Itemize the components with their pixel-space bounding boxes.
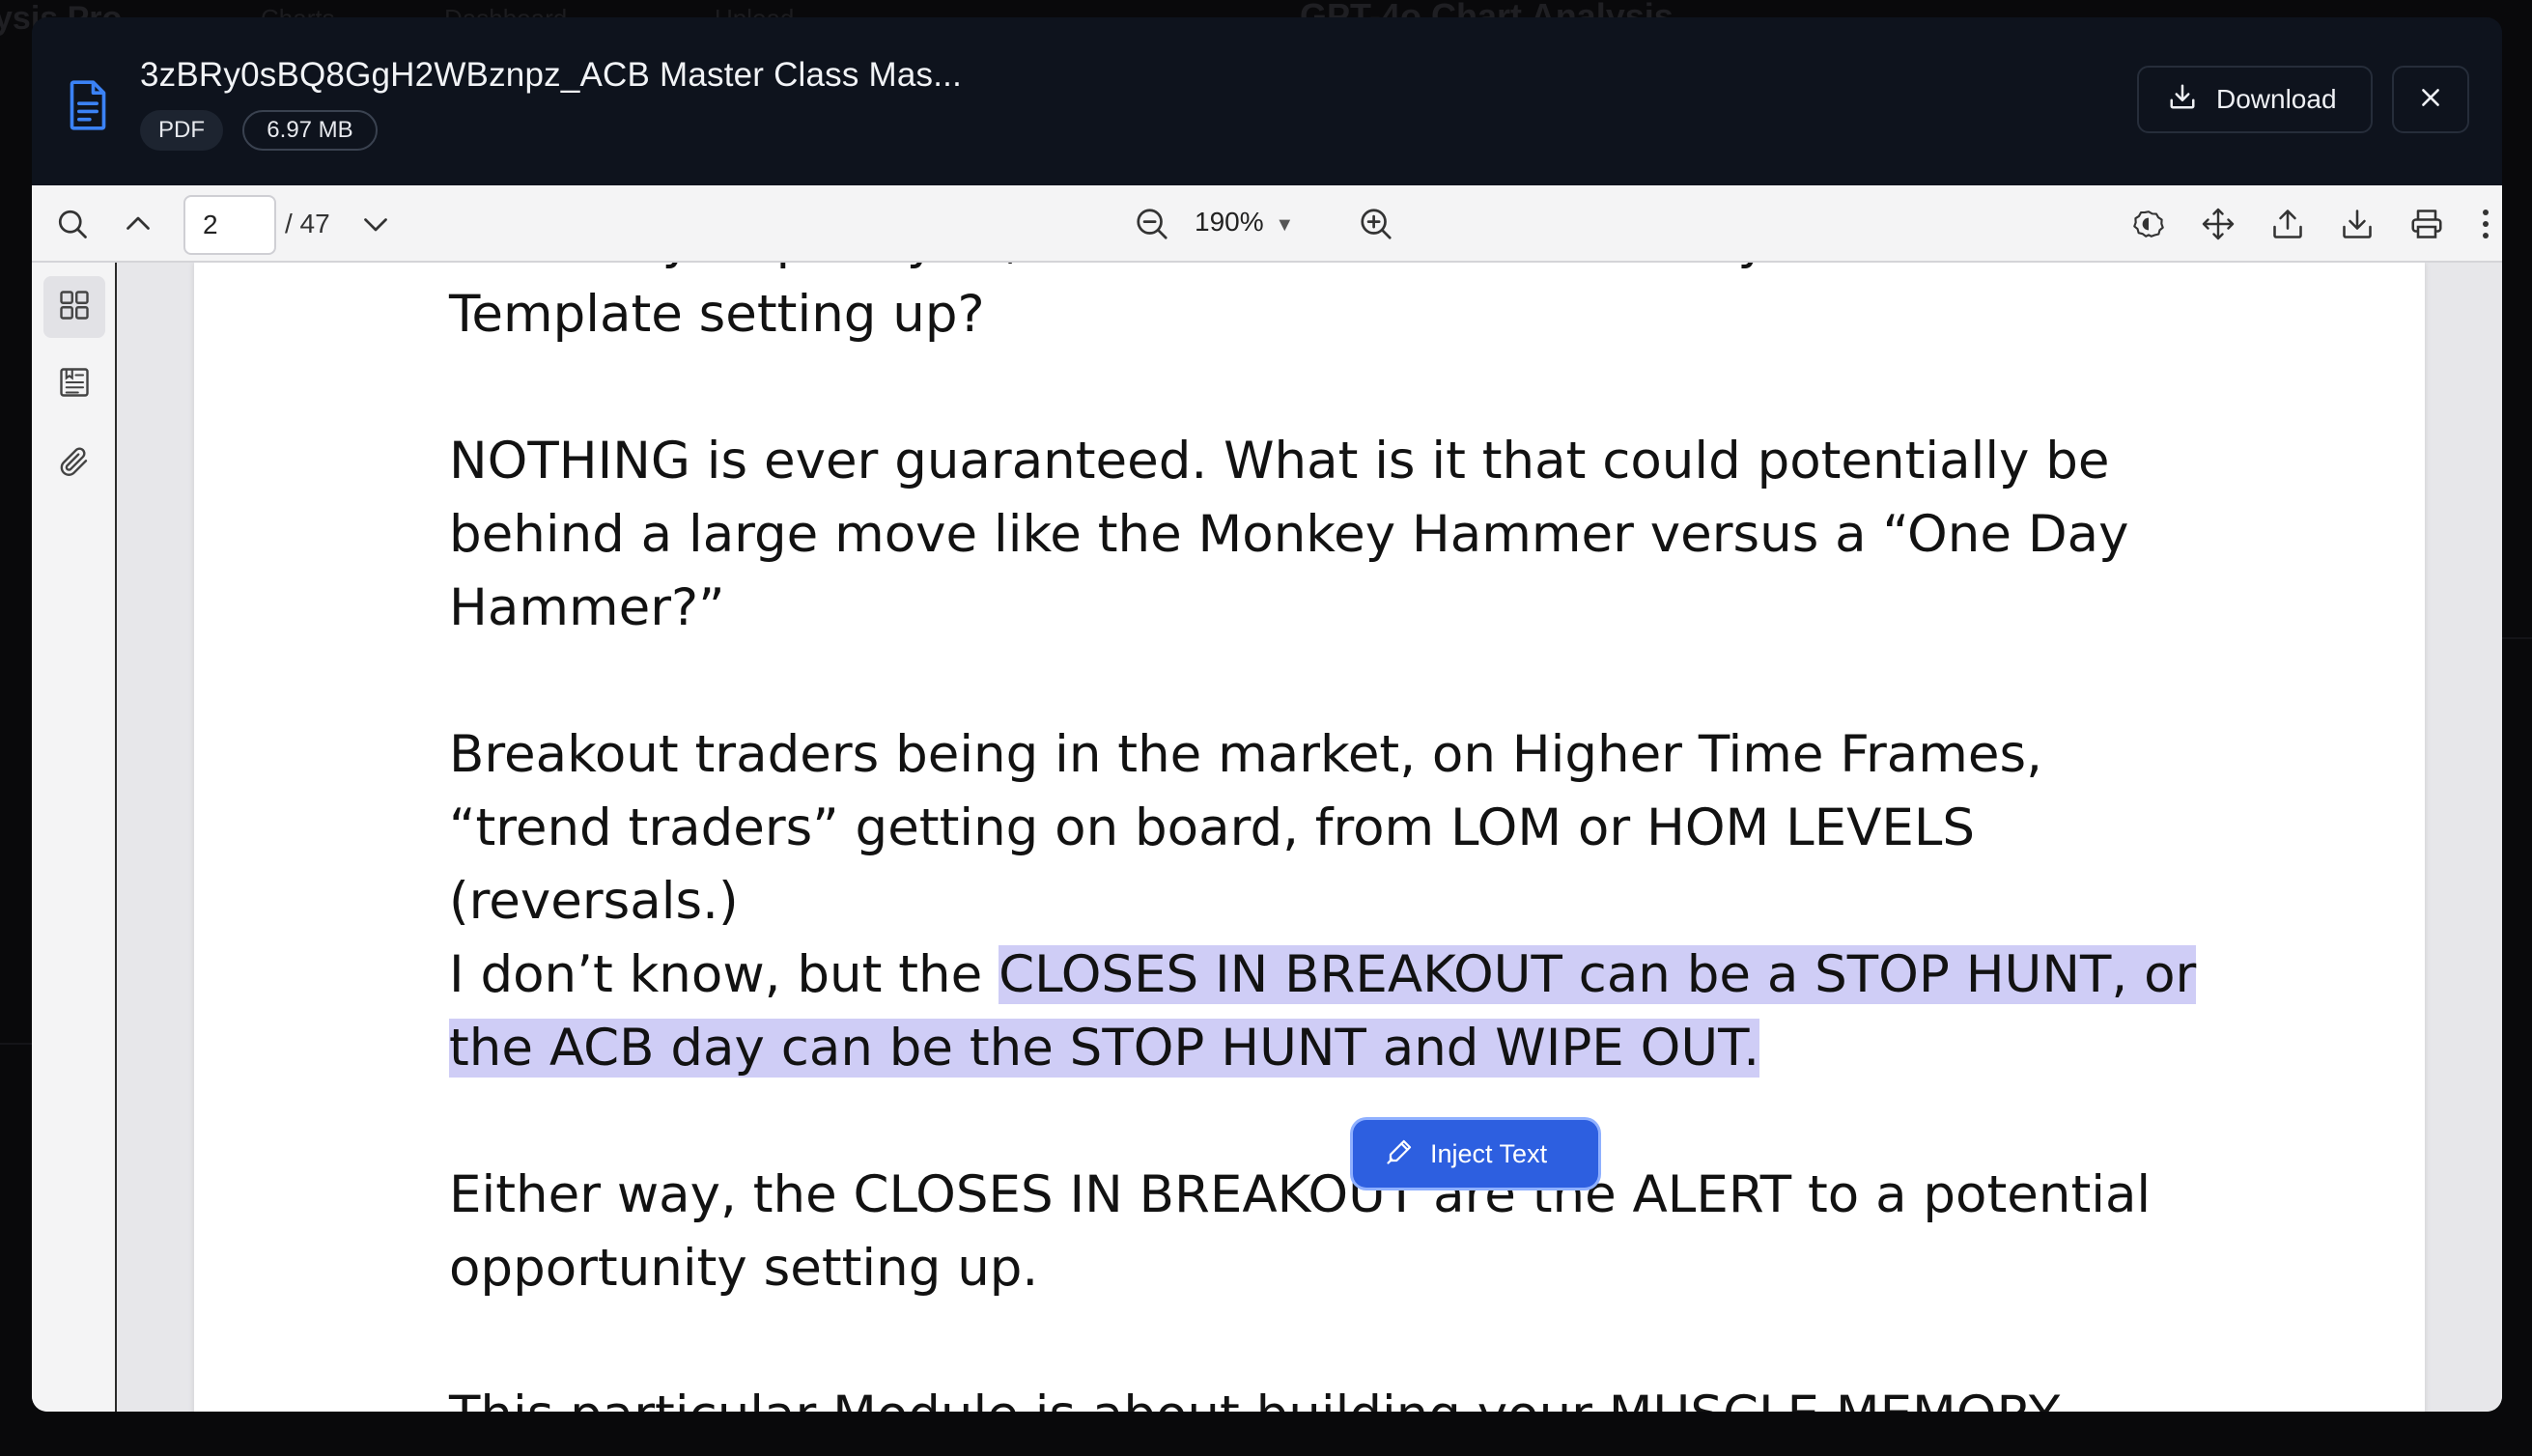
close-button[interactable] [2392,66,2469,133]
previous-page-icon[interactable] [113,199,163,249]
viewer-sidebar [32,263,117,1412]
file-title: 3zBRy0sBQ8GgH2WBznpz_ACB Master Class Ma… [140,56,963,94]
text-line: Template setting up? [449,285,985,344]
thumbnails-button[interactable] [43,276,105,338]
download-icon [2168,82,2197,118]
download-label: Download [2216,84,2337,114]
text-line: “trend traders” getting on board, from L… [449,798,1976,857]
print-icon[interactable] [2402,199,2452,249]
file-type-badge: PDF [140,110,223,151]
page-text-content[interactable]: no "analysis paralysis," but also so tha… [449,263,2197,1412]
text-line: no "analysis paralysis," but also so tha… [449,263,2187,278]
zoom-level-select[interactable]: 190% ▼ [1195,207,1294,238]
more-options-icon[interactable] [2471,199,2500,249]
selected-text[interactable]: the ACB day can be the STOP HUNT and WIP… [449,1019,1760,1078]
close-icon [2418,85,2443,115]
search-icon[interactable] [47,199,98,249]
text-line: NOTHING is ever guaranteed. What is it t… [449,432,2110,490]
caret-down-icon: ▼ [1275,214,1295,236]
next-page-icon[interactable] [351,199,401,249]
theme-toggle-icon[interactable] [2124,199,2174,249]
upload-icon[interactable] [2263,199,2313,249]
save-download-icon[interactable] [2332,199,2382,249]
pdf-viewer-modal: 3zBRy0sBQ8GgH2WBznpz_ACB Master Class Ma… [32,17,2502,1412]
text-line: Hammer?” [449,578,725,637]
inject-text-button[interactable]: Inject Text [1353,1120,1598,1188]
text-line: behind a large move like the Monkey Hamm… [449,505,2129,564]
download-button[interactable]: Download [2137,66,2373,133]
file-size-badge: 6.97 MB [242,110,378,151]
document-scroll-area[interactable]: no "analysis paralysis," but also so tha… [117,263,2502,1412]
text-line-with-selection: I don’t know, but the CLOSES IN BREAKOUT… [449,938,2197,1012]
zoom-level-value: 190% [1195,207,1264,237]
page-number-input[interactable] [183,195,276,255]
text-line-with-selection: the ACB day can be the STOP HUNT and WIP… [449,1012,2187,1085]
zoom-out-icon[interactable] [1127,199,1177,249]
attachments-button[interactable] [43,433,105,494]
text-line: (reversals.) [449,872,739,931]
pdf-toolbar: / 47 190% ▼ [32,185,2502,263]
text-line: This particular Module is about building… [449,1379,2187,1412]
file-document-icon [59,71,117,139]
grid-icon [57,288,92,327]
selected-text[interactable]: CLOSES IN BREAKOUT can be a STOP HUNT, o… [999,945,2197,1004]
outline-button[interactable] [43,353,105,415]
pdf-page: no "analysis paralysis," but also so tha… [194,263,2425,1412]
text-line: opportunity setting up. [449,1239,1039,1298]
pen-icon [1386,1136,1415,1172]
pdf-viewer: / 47 190% ▼ [32,185,2502,1412]
zoom-in-icon[interactable] [1351,199,1401,249]
modal-header: 3zBRy0sBQ8GgH2WBznpz_ACB Master Class Ma… [32,17,2502,183]
text-line: Breakout traders being in the market, on… [449,725,2042,784]
text-segment: I don’t know, but the [449,945,999,1004]
pan-move-icon[interactable] [2193,199,2243,249]
inject-text-label: Inject Text [1430,1138,1548,1168]
page-total: / 47 [285,209,330,238]
text-line: Either way, the CLOSES IN BREAKOUT are t… [449,1165,2152,1224]
paperclip-icon [57,444,92,484]
bookmark-list-icon [57,365,92,405]
